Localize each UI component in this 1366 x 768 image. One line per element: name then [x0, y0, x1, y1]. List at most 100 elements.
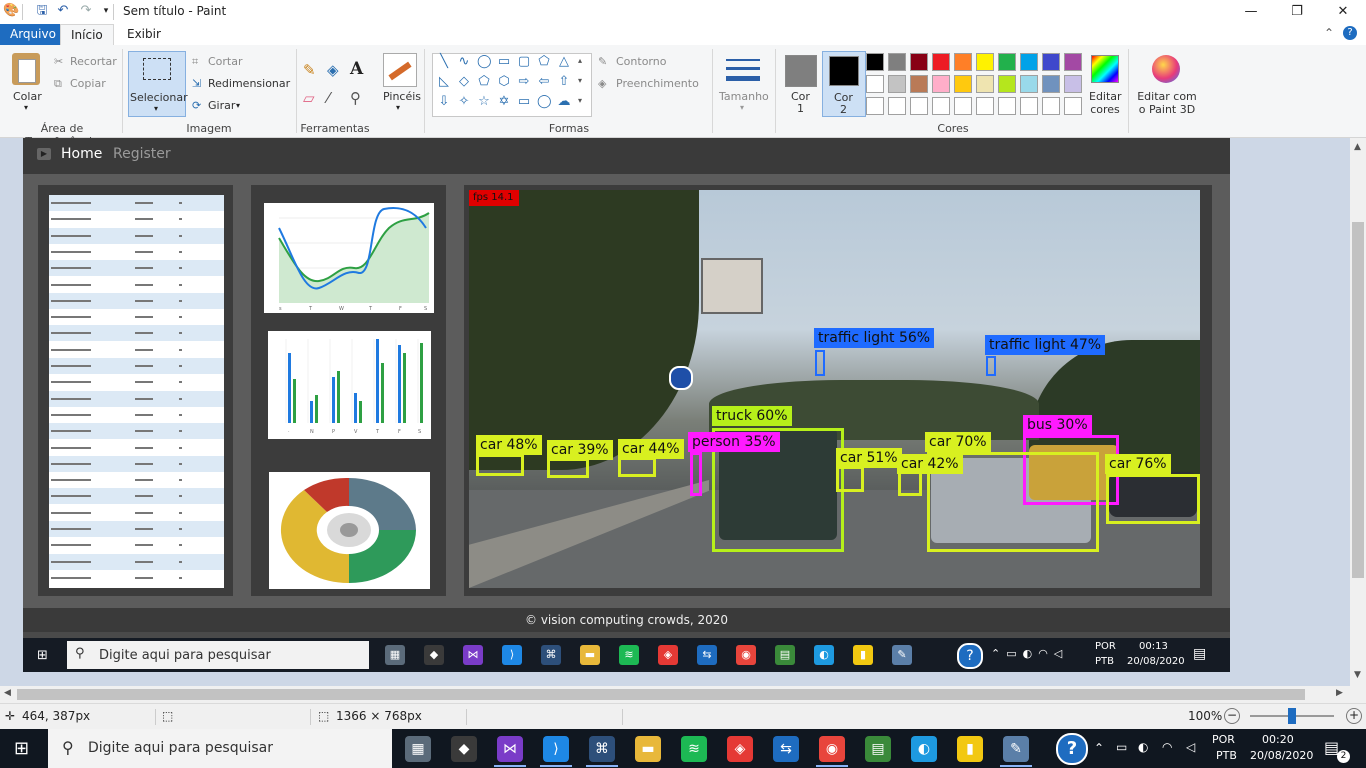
palette-color-swatch[interactable]: [1042, 53, 1060, 71]
paste-button[interactable]: Colar: [13, 90, 42, 103]
visual-studio-icon[interactable]: ⋈: [497, 736, 523, 762]
magnifier-icon[interactable]: ⚲: [350, 89, 361, 107]
fill-button[interactable]: Preenchimento: [616, 77, 699, 90]
teamviewer-icon[interactable]: ⇆: [773, 736, 799, 762]
rounded-callout-shape-icon[interactable]: ▭: [517, 95, 531, 108]
help-icon[interactable]: ?: [1343, 26, 1357, 40]
palette-color-swatch[interactable]: [998, 75, 1016, 93]
outline-icon[interactable]: ✎: [598, 55, 607, 68]
palette-color-swatch[interactable]: [954, 53, 972, 71]
palette-color-swatch[interactable]: [888, 75, 906, 93]
cut-button[interactable]: Recortar: [70, 55, 117, 68]
eraser-icon[interactable]: ▱: [303, 89, 315, 107]
palette-color-swatch[interactable]: [888, 53, 906, 71]
vertical-scrollbar[interactable]: ▲ ▼: [1350, 138, 1366, 686]
start-button[interactable]: ⊞: [14, 738, 29, 759]
vertical-scroll-thumb[interactable]: [1352, 222, 1364, 578]
power-icon[interactable]: ◐: [1138, 740, 1148, 754]
hexagon-shape-icon[interactable]: ⬡: [497, 75, 511, 88]
collapse-ribbon-icon[interactable]: ⌃: [1324, 26, 1334, 40]
anydesk-icon[interactable]: ◈: [727, 736, 753, 762]
palette-color-swatch[interactable]: [976, 75, 994, 93]
rounded-rectangle-shape-icon[interactable]: ▢: [517, 55, 531, 68]
vscode-icon[interactable]: ⟩: [543, 736, 569, 762]
rotate-button[interactable]: Girar: [208, 99, 235, 112]
palette-color-swatch[interactable]: [976, 53, 994, 71]
horizontal-scrollbar[interactable]: ◀ ▶: [0, 686, 1366, 703]
select-button[interactable]: Selecionar ▾: [128, 51, 188, 117]
language-line2[interactable]: PTB: [1216, 749, 1237, 762]
clock-time[interactable]: 00:20: [1262, 733, 1294, 746]
outline-button[interactable]: Contorno: [616, 55, 666, 68]
crop-icon[interactable]: ⌗: [192, 55, 198, 69]
shapes-gallery[interactable]: ╲ ∿ ◯ ▭ ▢ ⬠ △ ◺ ◇ ⬠ ⬡ ⇨ ⇦ ⇧ ⇩ ✧ ☆ ✡ ▭ ◯ …: [432, 53, 592, 117]
edge-icon[interactable]: ◐: [911, 736, 937, 762]
battery-icon[interactable]: ▭: [1116, 740, 1127, 754]
oval-shape-icon[interactable]: ◯: [477, 55, 492, 68]
rotate-icon[interactable]: ⟳: [192, 99, 201, 112]
horizontal-scroll-thumb[interactable]: [17, 689, 1305, 700]
palette-color-swatch[interactable]: [1064, 53, 1082, 71]
clock-date[interactable]: 20/08/2020: [1250, 749, 1313, 762]
zoom-in-button[interactable]: +: [1346, 708, 1362, 724]
palette-color-swatch[interactable]: [954, 75, 972, 93]
palette-color-swatch[interactable]: [1042, 97, 1060, 115]
palette-color-swatch[interactable]: [888, 97, 906, 115]
brushes-dropdown-icon[interactable]: ▾: [396, 103, 400, 112]
palette-color-swatch[interactable]: [998, 97, 1016, 115]
file-explorer-icon[interactable]: ▬: [635, 736, 661, 762]
brushes-button[interactable]: Pincéis: [383, 90, 421, 103]
palette-color-swatch[interactable]: [1064, 75, 1082, 93]
palette-color-swatch[interactable]: [998, 53, 1016, 71]
close-button[interactable]: ✕: [1320, 0, 1366, 24]
rectangle-shape-icon[interactable]: ▭: [497, 55, 511, 68]
color-picker-icon[interactable]: ⁄: [327, 89, 330, 107]
copy-icon[interactable]: ⧉: [54, 77, 62, 91]
oval-callout-shape-icon[interactable]: ◯: [537, 95, 552, 108]
palette-color-swatch[interactable]: [866, 97, 884, 115]
copy-button[interactable]: Copiar: [70, 77, 106, 90]
palette-color-swatch[interactable]: [910, 75, 928, 93]
zoom-out-button[interactable]: −: [1224, 708, 1240, 724]
palette-color-swatch[interactable]: [1020, 75, 1038, 93]
maximize-button[interactable]: ❐: [1274, 0, 1320, 24]
wifi-icon[interactable]: ◠: [1162, 740, 1172, 754]
palette-color-swatch[interactable]: [1020, 97, 1038, 115]
paint3d-icon[interactable]: [1152, 55, 1180, 83]
brushes-icon[interactable]: [383, 53, 417, 87]
chrome-icon[interactable]: ◉: [819, 736, 845, 762]
size-button[interactable]: Tamanho: [719, 90, 769, 103]
up-arrow-shape-icon[interactable]: ⇧: [557, 75, 571, 88]
scroll-down-icon[interactable]: ▼: [1354, 670, 1361, 680]
paint-app-icon[interactable]: 🎨: [3, 3, 19, 19]
redo-icon[interactable]: ↷: [78, 3, 94, 19]
palette-color-swatch[interactable]: [976, 97, 994, 115]
resize-icon[interactable]: ⇲: [192, 77, 201, 90]
sticky-notes-icon[interactable]: ▮: [957, 736, 983, 762]
fill-icon[interactable]: ◈: [598, 77, 606, 90]
color1-swatch[interactable]: [785, 55, 817, 87]
palette-color-swatch[interactable]: [866, 75, 884, 93]
palette-color-swatch[interactable]: [932, 97, 950, 115]
paint-icon[interactable]: ✎: [1003, 736, 1029, 762]
chart-app-icon[interactable]: ▤: [865, 736, 891, 762]
down-arrow-shape-icon[interactable]: ⇩: [437, 95, 451, 108]
shapes-scroll-down-icon[interactable]: ▾: [578, 76, 582, 85]
show-hidden-icons[interactable]: ⌃: [1094, 741, 1104, 755]
network-app-icon[interactable]: ⌘: [589, 736, 615, 762]
cloud-callout-shape-icon[interactable]: ☁: [557, 95, 571, 108]
canvas-image[interactable]: ▶ Home Register sTWTFS · N P V T F S fps…: [23, 138, 1230, 672]
app-icon[interactable]: ◆: [451, 736, 477, 762]
color2-button[interactable]: Cor 2: [822, 51, 866, 117]
cut-icon[interactable]: ✂: [54, 55, 63, 68]
paste-dropdown-icon[interactable]: ▾: [24, 103, 28, 112]
scroll-left-icon[interactable]: ◀: [4, 688, 11, 698]
palette-color-swatch[interactable]: [910, 97, 928, 115]
palette-color-swatch[interactable]: [954, 97, 972, 115]
palette-color-swatch[interactable]: [932, 53, 950, 71]
rotate-dropdown-icon[interactable]: ▾: [236, 101, 240, 110]
four-point-star-shape-icon[interactable]: ✧: [457, 95, 471, 108]
palette-color-swatch[interactable]: [866, 53, 884, 71]
palette-color-swatch[interactable]: [932, 75, 950, 93]
pencil-icon[interactable]: ✎: [303, 61, 316, 79]
